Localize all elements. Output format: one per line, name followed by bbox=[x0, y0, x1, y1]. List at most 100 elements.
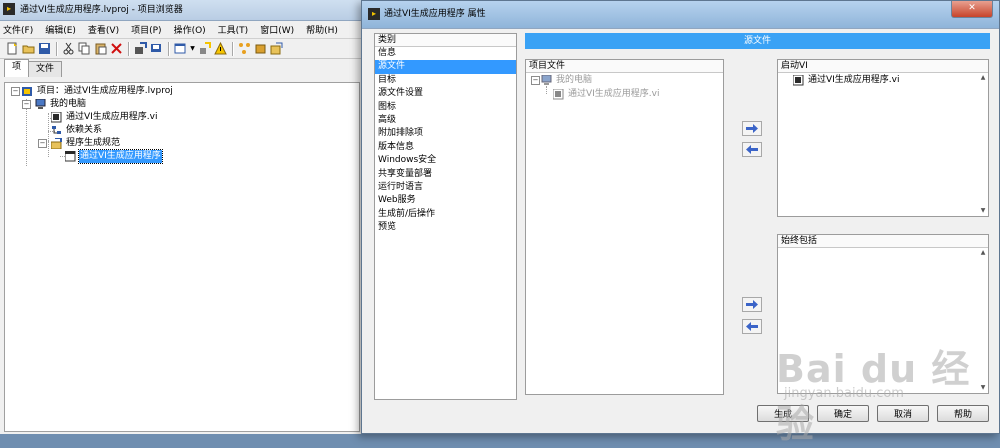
window-controls: ✕ bbox=[951, 1, 993, 18]
build-button[interactable]: 生成 bbox=[757, 405, 809, 422]
deploy-icon[interactable] bbox=[149, 41, 164, 56]
open-folder-icon[interactable] bbox=[21, 41, 36, 56]
collapse-icon[interactable] bbox=[269, 41, 284, 56]
dependencies-icon bbox=[51, 125, 62, 136]
tree-label: 依赖关系 bbox=[66, 125, 103, 135]
build-icon[interactable] bbox=[133, 41, 148, 56]
vi-file-icon bbox=[792, 74, 804, 86]
project-tabs: 项 文件 bbox=[0, 59, 361, 77]
dialog-title: 通过VI生成应用程序 属性 bbox=[384, 9, 486, 19]
chevron-down-icon[interactable]: ▼ bbox=[189, 41, 196, 56]
add-always-include-button[interactable] bbox=[742, 297, 762, 312]
category-item[interactable]: 附加排除项 bbox=[375, 127, 516, 140]
menu-bar: 文件(F) 编辑(E) 查看(V) 项目(P) 操作(O) 工具(T) 窗口(W… bbox=[0, 21, 361, 39]
tree-label: 程序生成规范 bbox=[66, 138, 121, 148]
tree-item-vi-file[interactable]: 通过VI生成应用程序.vi bbox=[50, 111, 159, 124]
project-window-titlebar[interactable]: ▸ 通过VI生成应用程序.lvproj - 项目浏览器 bbox=[0, 0, 361, 21]
tree-item-app-build[interactable]: 通过VI生成应用程序 bbox=[64, 149, 163, 164]
cut-icon[interactable] bbox=[61, 41, 76, 56]
scroll-down-icon[interactable]: ▼ bbox=[979, 207, 987, 215]
startup-vi-panel: 启动VI 通过VI生成应用程序.vi ▲ ▼ bbox=[777, 59, 989, 217]
startup-vi-header: 启动VI bbox=[778, 60, 988, 73]
properties-dialog: ▸ 通过VI生成应用程序 属性 ✕ 类别 信息 源文件 目标 源文件设置 图标 高级 附加排… bbox=[361, 0, 1000, 434]
menu-project[interactable]: 项目(P) bbox=[131, 23, 161, 36]
add-startup-vi-button[interactable] bbox=[742, 121, 762, 136]
vi-file-icon bbox=[552, 88, 564, 100]
toolbar-separator bbox=[128, 41, 130, 56]
arrow-left-icon bbox=[746, 145, 758, 154]
category-list: 类别 信息 源文件 目标 源文件设置 图标 高级 附加排除项 版本信息 Windows安全 共享变… bbox=[374, 33, 517, 400]
expand-toggle-project-files[interactable]: − bbox=[531, 76, 540, 85]
menu-edit[interactable]: 编辑(E) bbox=[45, 23, 76, 36]
project-files-my-computer[interactable]: 我的电脑 bbox=[541, 74, 593, 87]
category-item[interactable]: 源文件 bbox=[375, 60, 516, 74]
category-item[interactable]: 信息 bbox=[375, 47, 516, 60]
category-item[interactable]: 版本信息 bbox=[375, 141, 516, 154]
menu-window[interactable]: 窗口(W) bbox=[260, 23, 294, 36]
tree-connector bbox=[546, 86, 547, 94]
arrow-left-icon bbox=[746, 322, 758, 331]
category-item[interactable]: 高级 bbox=[375, 114, 516, 127]
menu-operate[interactable]: 操作(O) bbox=[174, 23, 206, 36]
new-file-icon[interactable] bbox=[5, 41, 20, 56]
expand-toggle-my-computer[interactable]: − bbox=[22, 100, 31, 109]
startup-vi-item[interactable]: 通过VI生成应用程序.vi bbox=[792, 74, 901, 87]
tab-files[interactable]: 文件 bbox=[28, 61, 63, 77]
category-item[interactable]: 生成前/后操作 bbox=[375, 208, 516, 221]
category-item[interactable]: 目标 bbox=[375, 74, 516, 87]
delete-icon[interactable] bbox=[109, 41, 124, 56]
tree-label: 我的电脑 bbox=[50, 99, 87, 109]
menu-tools[interactable]: 工具(T) bbox=[218, 23, 249, 36]
category-item[interactable]: 运行时语言 bbox=[375, 181, 516, 194]
scroll-up-icon[interactable]: ▲ bbox=[979, 249, 987, 257]
category-item[interactable]: 图标 bbox=[375, 101, 516, 114]
project-tree: − 项目：通过VI生成应用程序.lvproj − 我的电脑 通过VI生成应用程序… bbox=[4, 82, 360, 432]
build-specs-icon bbox=[50, 137, 62, 150]
menu-view[interactable]: 查看(V) bbox=[88, 23, 119, 36]
scroll-down-icon[interactable]: ▼ bbox=[979, 384, 987, 392]
category-item[interactable]: 共享变量部署 bbox=[375, 168, 516, 181]
paste-icon[interactable] bbox=[93, 41, 108, 56]
tree-item-project-root[interactable]: 项目：通过VI生成应用程序.lvproj bbox=[22, 85, 174, 98]
ok-button[interactable]: 确定 bbox=[817, 405, 869, 422]
dialog-titlebar[interactable]: ▸ 通过VI生成应用程序 属性 ✕ bbox=[362, 1, 999, 29]
computer-icon bbox=[541, 74, 552, 86]
always-include-panel: 始终包括 ▲ ▼ bbox=[777, 234, 989, 394]
remove-startup-vi-button[interactable] bbox=[742, 142, 762, 157]
toolbar-separator bbox=[232, 41, 234, 56]
labview-project-icon: ▸ bbox=[3, 3, 15, 15]
menu-file[interactable]: 文件(F) bbox=[3, 23, 33, 36]
remove-always-include-button[interactable] bbox=[742, 319, 762, 334]
project-files-vi[interactable]: 通过VI生成应用程序.vi bbox=[552, 88, 661, 101]
expand-toggle-build-specs[interactable]: − bbox=[38, 139, 47, 148]
category-item[interactable]: Windows安全 bbox=[375, 154, 516, 167]
copy-icon[interactable] bbox=[77, 41, 92, 56]
tree-item-build-specs[interactable]: 程序生成规范 bbox=[50, 137, 121, 150]
warning-icon[interactable] bbox=[213, 41, 228, 56]
target-icon[interactable] bbox=[197, 41, 212, 56]
tree-connector bbox=[26, 99, 27, 166]
tree-item-my-computer[interactable]: 我的电脑 bbox=[35, 98, 87, 111]
hierarchy-icon[interactable] bbox=[237, 41, 252, 56]
tab-items[interactable]: 项 bbox=[4, 59, 30, 77]
tree-label: 通过VI生成应用程序.vi bbox=[568, 89, 660, 99]
close-icon[interactable]: ✕ bbox=[951, 1, 993, 18]
category-item[interactable]: 源文件设置 bbox=[375, 87, 516, 100]
category-item[interactable]: 预览 bbox=[375, 221, 516, 234]
expand-toggle-root[interactable]: − bbox=[11, 87, 20, 96]
always-include-header: 始终包括 bbox=[778, 235, 988, 248]
section-banner: 源文件 bbox=[525, 33, 990, 49]
tree-item-dependencies[interactable]: 依赖关系 bbox=[51, 124, 103, 137]
tree-connector bbox=[48, 141, 49, 155]
package-icon[interactable] bbox=[253, 41, 268, 56]
menu-help[interactable]: 帮助(H) bbox=[306, 23, 338, 36]
category-item[interactable]: Web服务 bbox=[375, 194, 516, 207]
application-icon bbox=[64, 150, 76, 162]
cancel-button[interactable]: 取消 bbox=[877, 405, 929, 422]
arrow-right-icon bbox=[746, 124, 758, 133]
view-options-icon[interactable] bbox=[173, 41, 188, 56]
category-items: 信息 源文件 目标 源文件设置 图标 高级 附加排除项 版本信息 Windows安全 共享变量部署… bbox=[375, 47, 516, 234]
help-button[interactable]: 帮助 bbox=[937, 405, 989, 422]
save-all-icon[interactable] bbox=[37, 41, 52, 56]
scroll-up-icon[interactable]: ▲ bbox=[979, 74, 987, 82]
